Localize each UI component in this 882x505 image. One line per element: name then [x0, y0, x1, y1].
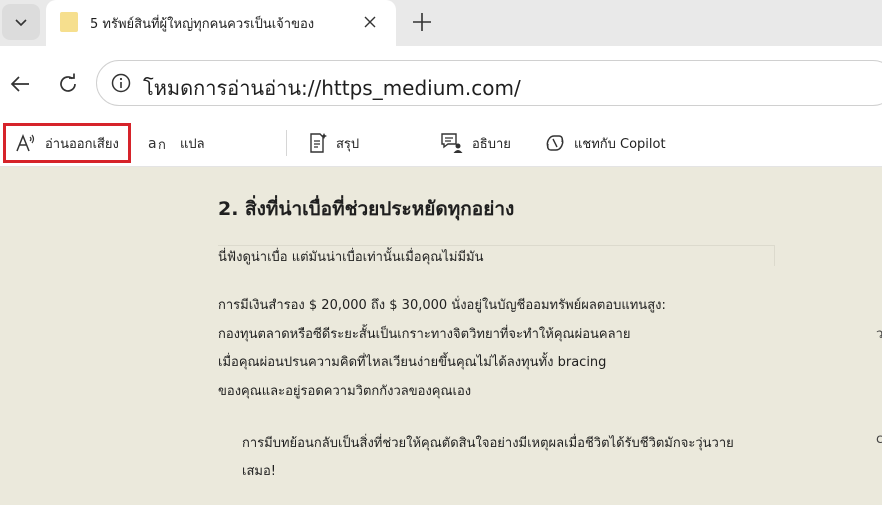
- quote-line: การมีบทย้อนกลับเป็นสิ่งที่ช่วยให้คุณตัดส…: [242, 436, 734, 451]
- quote-line: เสมอ!: [242, 464, 276, 479]
- close-icon: [364, 16, 376, 28]
- tab-actions-button[interactable]: [2, 4, 40, 40]
- tab-strip: 5 ทรัพย์สินที่ผู้ใหญ่ทุกคนควรเป็นเจ้าของ: [0, 0, 882, 46]
- summarize-icon: [310, 133, 327, 153]
- back-arrow-icon: [10, 76, 29, 92]
- reading-toolbar: อ่านออกเสียง aก แปล สรุป อธิบาย แชทกับ C…: [0, 120, 882, 167]
- explain-label: อธิบาย: [472, 136, 511, 152]
- explain-button[interactable]: อธิบาย: [440, 120, 511, 166]
- back-button[interactable]: [4, 68, 36, 100]
- address-text: โหมดการอ่านอ่าน://https_medium.com/: [143, 76, 521, 100]
- paragraph-line: ของคุณและอยู่รอดความวิตกกังวลของคุณเอง: [218, 384, 472, 399]
- paragraph-line: กองทุนตลาดหรือซีดีระยะสั้นเป็นเกราะทางจิ…: [218, 327, 631, 342]
- translate-icon: aก: [148, 136, 166, 153]
- copilot-label: แชทกับ Copilot: [574, 136, 666, 152]
- clipped-text-mark: c: [876, 432, 882, 447]
- read-aloud-icon: [16, 133, 35, 152]
- info-icon[interactable]: [111, 73, 131, 93]
- navigation-bar: โหมดการอ่านอ่าน://https_medium.com/: [0, 46, 882, 120]
- summarize-label: สรุป: [336, 136, 360, 152]
- article-heading: 2. สิ่งที่น่าเบื่อที่ช่วยประหยัดทุกอย่าง: [218, 198, 515, 220]
- article-subheading: นี่ฟังดูน่าเบื่อ แต่มันน่าเบื่อเท่านั้นเ…: [218, 250, 484, 265]
- reader-content: 2. สิ่งที่น่าเบื่อที่ช่วยประหยัดทุกอย่าง…: [0, 167, 882, 505]
- translate-button[interactable]: aก แปล: [148, 120, 205, 166]
- svg-text:a: a: [148, 136, 157, 152]
- explain-icon: [441, 133, 463, 153]
- read-aloud-button[interactable]: อ่านออกเสียง: [3, 123, 131, 163]
- address-bar[interactable]: โหมดการอ่านอ่าน://https_medium.com/: [96, 60, 882, 106]
- summarize-button[interactable]: สรุป: [308, 120, 359, 166]
- chevron-down-icon: [15, 19, 27, 27]
- new-tab-button[interactable]: [406, 6, 438, 38]
- refresh-icon: [60, 73, 76, 92]
- clipped-text-mark: ว: [876, 327, 882, 342]
- svg-text:ก: ก: [158, 138, 166, 153]
- read-aloud-label: อ่านออกเสียง: [45, 136, 119, 152]
- page-icon: [60, 12, 78, 32]
- tab-title: 5 ทรัพย์สินที่ผู้ใหญ่ทุกคนควรเป็นเจ้าของ: [90, 17, 315, 32]
- tab-close-button[interactable]: [358, 10, 382, 34]
- toolbar-divider: [286, 130, 287, 156]
- paragraph-line: เมื่อคุณผ่อนปรนความคิดที่ไหลเวียนง่ายขึ้…: [218, 355, 607, 370]
- active-tab[interactable]: 5 ทรัพย์สินที่ผู้ใหญ่ทุกคนควรเป็นเจ้าของ: [46, 0, 396, 46]
- refresh-button[interactable]: [52, 68, 84, 100]
- copilot-icon: [546, 135, 564, 151]
- copilot-chat-button[interactable]: แชทกับ Copilot: [544, 120, 666, 166]
- paragraph-line: การมีเงินสำรอง $ 20,000 ถึง $ 30,000 นั่…: [218, 298, 666, 313]
- plus-icon: [413, 13, 431, 31]
- translate-label: แปล: [180, 136, 205, 152]
